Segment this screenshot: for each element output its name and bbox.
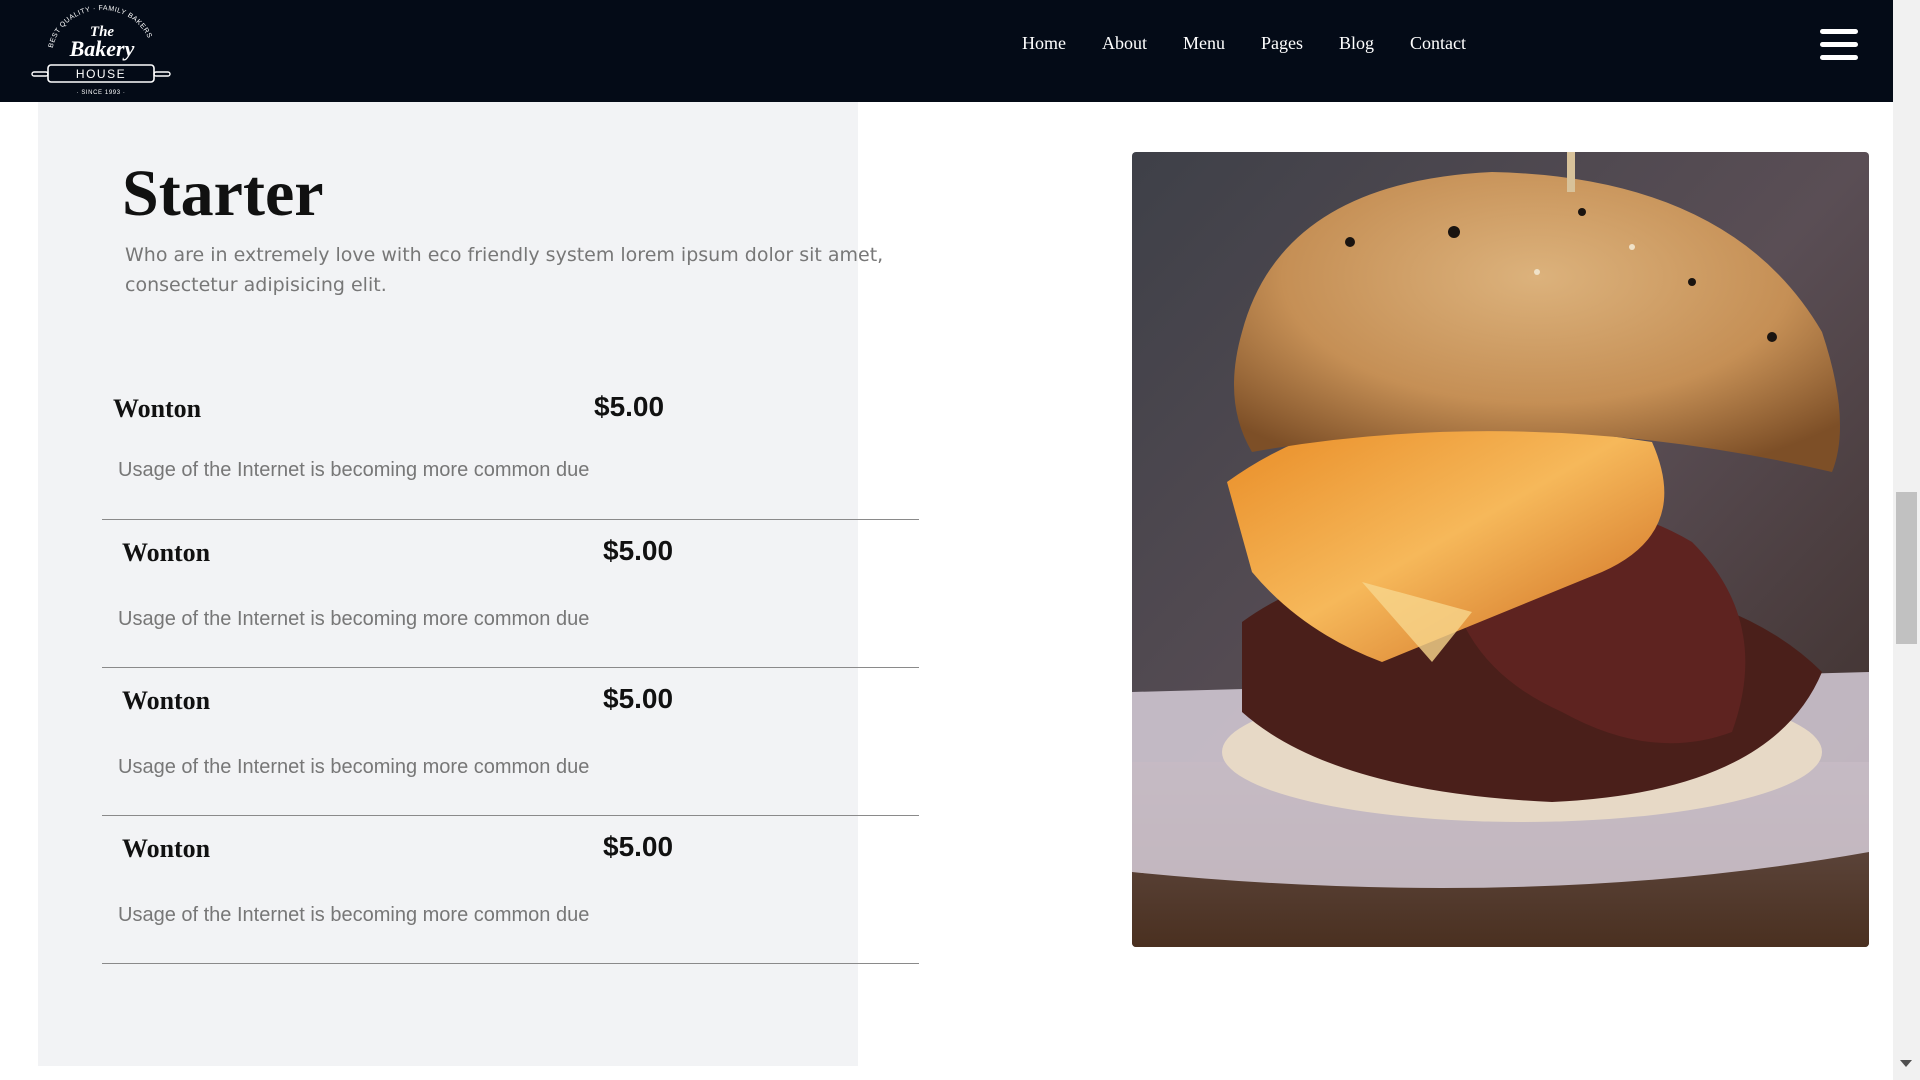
menu-item-price: $5.00	[603, 683, 674, 714]
burger-illustration	[1132, 152, 1869, 947]
menu-item[interactable]: Wonton $5.00 Usage of the Internet is be…	[102, 668, 919, 816]
menu-item-name: Wonton	[122, 538, 211, 567]
header-navbar: BEST QUALITY · FAMILY BAKERS The Bakery …	[0, 0, 1893, 102]
nav-item-about[interactable]: About	[1102, 32, 1147, 54]
menu-item[interactable]: Wonton $5.00 Usage of the Internet is be…	[102, 816, 919, 964]
nav-item-home[interactable]: Home	[1022, 32, 1066, 54]
hamburger-icon[interactable]	[1820, 29, 1858, 61]
nav-item-pages[interactable]: Pages	[1261, 32, 1303, 54]
svg-text:HOUSE: HOUSE	[76, 67, 126, 81]
scrollbar-thumb[interactable]	[1896, 492, 1917, 644]
menu-item-name: Wonton	[122, 834, 211, 863]
menu-item[interactable]: Wonton $5.00 Usage of the Internet is be…	[102, 520, 919, 668]
nav-item-contact[interactable]: Contact	[1410, 32, 1466, 54]
nav-item-blog[interactable]: Blog	[1339, 32, 1374, 54]
menu-item[interactable]: Wonton $5.00 Usage of the Internet is be…	[102, 372, 919, 520]
menu-item-description: Usage of the Internet is becoming more c…	[118, 608, 590, 630]
menu-item-name: Wonton	[122, 686, 211, 715]
menu-item-price: $5.00	[603, 535, 674, 566]
burger-image	[1132, 152, 1869, 947]
menu-item-description: Usage of the Internet is becoming more c…	[118, 756, 590, 778]
menu-item-name: Wonton	[113, 394, 202, 423]
svg-text:Bakery: Bakery	[69, 36, 135, 61]
menu-item-price: $5.00	[594, 391, 665, 422]
bakery-house-logo[interactable]: BEST QUALITY · FAMILY BAKERS The Bakery …	[30, 4, 172, 100]
main-nav: Home About Menu Pages Blog Contact	[1022, 32, 1502, 54]
section-title: Starter	[122, 157, 324, 230]
section-description: Who are in extremely love with eco frien…	[125, 244, 884, 296]
menu-item-description: Usage of the Internet is becoming more c…	[118, 904, 590, 926]
nav-item-menu[interactable]: Menu	[1183, 32, 1225, 54]
menu-item-price: $5.00	[603, 831, 674, 862]
menu-item-description: Usage of the Internet is becoming more c…	[118, 459, 590, 481]
scroll-down-arrow-icon[interactable]	[1900, 1060, 1912, 1067]
svg-text:· SINCE 1993 ·: · SINCE 1993 ·	[76, 90, 125, 96]
